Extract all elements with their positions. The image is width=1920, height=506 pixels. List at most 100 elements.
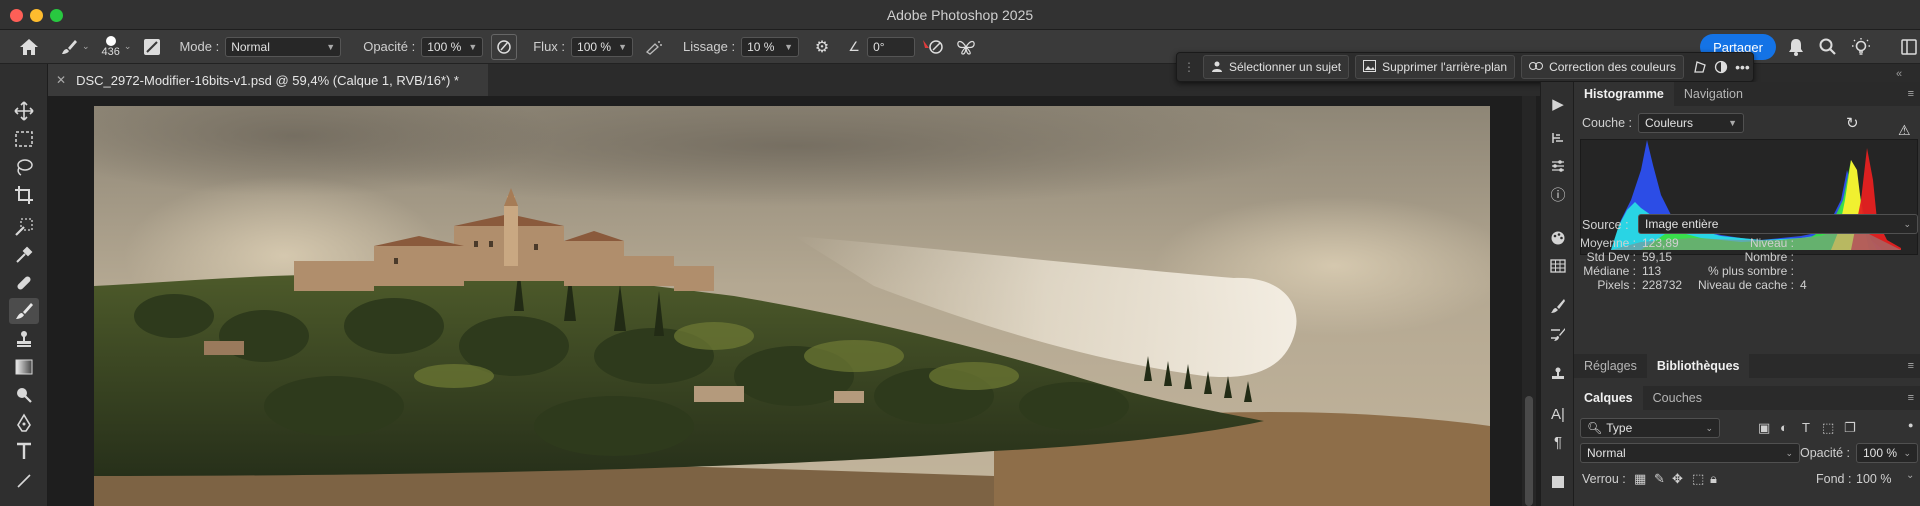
channel-select[interactable]: Couleurs ▼: [1638, 113, 1744, 133]
pressure-opacity-icon[interactable]: [491, 33, 518, 60]
pixels-value: 228732: [1642, 278, 1683, 292]
angle-input[interactable]: 0°: [867, 36, 916, 57]
zoom-window-button[interactable]: [50, 9, 63, 22]
brushes-panel-icon[interactable]: [1546, 294, 1570, 318]
chevron-down-icon[interactable]: ⌄: [124, 41, 132, 52]
fill-value[interactable]: 100 %: [1856, 472, 1891, 486]
home-icon[interactable]: [16, 34, 42, 60]
search-icon: 🔍︎: [1587, 421, 1603, 435]
scrollbar-thumb[interactable]: [1525, 396, 1533, 506]
symmetry-butterfly-icon[interactable]: [953, 34, 979, 60]
angle-icon: ∠: [848, 38, 860, 54]
tab-adjustments[interactable]: Réglages: [1574, 354, 1647, 378]
clone-stamp-tool-icon[interactable]: [9, 326, 39, 352]
filter-toggle-icon[interactable]: ●: [1908, 420, 1913, 430]
filter-smart-object-icon[interactable]: ❐: [1844, 420, 1856, 436]
more-options-icon[interactable]: •••: [1732, 54, 1753, 80]
search-icon[interactable]: [1815, 34, 1841, 60]
filter-type-icon[interactable]: T: [1802, 420, 1810, 435]
lightbulb-icon[interactable]: [1848, 34, 1874, 60]
path-selection-tool-icon[interactable]: [9, 466, 39, 492]
lock-artboard-icon[interactable]: ⬚: [1692, 471, 1704, 487]
brush-settings-icon[interactable]: [139, 34, 165, 60]
lock-image-pixels-icon[interactable]: ✎: [1654, 471, 1665, 487]
tab-channels[interactable]: Couches: [1643, 386, 1712, 410]
panel-menu-icon[interactable]: ≡: [1908, 360, 1914, 372]
minimize-window-button[interactable]: [30, 9, 43, 22]
tab-histogram[interactable]: Histogramme: [1574, 82, 1674, 106]
bell-icon[interactable]: [1783, 34, 1809, 60]
select-subject-button[interactable]: Sélectionner un sujet: [1203, 55, 1350, 79]
healing-brush-tool-icon[interactable]: [9, 270, 39, 296]
brush-settings-panel-icon[interactable]: [1546, 322, 1570, 346]
photoshop-window: Adobe Photoshop 2025 ⌄ 436 ⌄ Mode : Norm…: [0, 0, 1920, 506]
transform-icon[interactable]: [1690, 54, 1711, 80]
blend-mode-select[interactable]: Normal ▼: [225, 36, 342, 57]
tab-layers[interactable]: Calques: [1574, 386, 1643, 410]
info-icon[interactable]: ⓘ: [1546, 182, 1570, 206]
close-window-button[interactable]: [10, 9, 23, 22]
lock-position-icon[interactable]: ✥: [1672, 471, 1683, 487]
airbrush-icon[interactable]: [641, 34, 667, 60]
canvas-vertical-scrollbar[interactable]: [1522, 96, 1536, 506]
properties-icon[interactable]: [1546, 154, 1570, 178]
warning-icon[interactable]: ⚠: [1898, 122, 1911, 139]
close-icon[interactable]: ✕: [56, 73, 66, 87]
panel-menu-icon[interactable]: ≡: [1908, 392, 1914, 404]
tab-navigation[interactable]: Navigation: [1674, 82, 1753, 106]
flow-input[interactable]: 100 % ▼: [571, 36, 634, 57]
layer-filter-select[interactable]: 🔍︎ Type ⌄: [1580, 418, 1720, 438]
remove-background-button[interactable]: Supprimer l'arrière-plan: [1355, 55, 1516, 79]
color-correction-button[interactable]: Correction des couleurs: [1521, 55, 1684, 79]
workspace-icon[interactable]: [1896, 34, 1920, 60]
canvas-area[interactable]: [48, 96, 1540, 506]
refresh-icon[interactable]: ↻: [1846, 114, 1859, 132]
chevron-down-icon[interactable]: ⌄: [1906, 470, 1914, 481]
brush-size-picker[interactable]: 436: [102, 35, 120, 58]
paragraph-panel-icon[interactable]: ¶: [1546, 430, 1570, 454]
pixels-label: Pixels :: [1597, 278, 1636, 292]
smoothing-input[interactable]: 10 % ▼: [741, 36, 800, 57]
eyedropper-tool-icon[interactable]: [9, 242, 39, 268]
glyphs-icon[interactable]: [1546, 470, 1570, 494]
chevron-down-icon[interactable]: ⌄: [82, 41, 90, 52]
opacity-input[interactable]: 100 % ▼: [421, 36, 484, 57]
gradient-tool-icon[interactable]: [9, 354, 39, 380]
channel-label: Couche :: [1582, 116, 1633, 130]
lock-all-icon[interactable]: 🔒︎: [1710, 471, 1717, 487]
smoothing-value: 10 %: [747, 39, 775, 54]
history-icon[interactable]: [1546, 126, 1570, 150]
move-tool-icon[interactable]: [9, 98, 39, 124]
play-action-icon[interactable]: ▶: [1546, 92, 1570, 116]
brush-tool-icon[interactable]: [9, 298, 39, 324]
adjustment-icon[interactable]: [1711, 54, 1732, 80]
brush-tool-preset-icon[interactable]: [56, 34, 82, 60]
drag-handle-icon[interactable]: ⋮: [1183, 60, 1195, 74]
layer-opacity-input[interactable]: 100 % ⌄: [1856, 443, 1918, 463]
clone-source-icon[interactable]: [1546, 362, 1570, 386]
document-tab[interactable]: ✕ DSC_2972-Modifier-16bits-v1.psd @ 59,4…: [48, 64, 488, 96]
source-select[interactable]: Image entière ⌄: [1638, 214, 1918, 234]
character-panel-icon[interactable]: A|: [1546, 402, 1570, 426]
filter-shape-icon[interactable]: ⬚: [1822, 420, 1834, 436]
layer-blend-mode-select[interactable]: Normal ⌄: [1580, 443, 1800, 463]
crop-tool-icon[interactable]: [9, 182, 39, 208]
chevron-down-icon: ▼: [784, 41, 794, 52]
gear-icon[interactable]: ⚙: [809, 34, 835, 60]
dodge-tool-icon[interactable]: [9, 382, 39, 408]
filter-adjustment-icon[interactable]: ◐: [1780, 420, 1788, 435]
color-correction-label: Correction des couleurs: [1549, 60, 1676, 74]
contextual-task-bar: ⋮ Sélectionner un sujet Supprimer l'arri…: [1176, 52, 1754, 82]
tab-libraries[interactable]: Bibliothèques: [1646, 354, 1750, 378]
marquee-tool-icon[interactable]: [9, 126, 39, 152]
type-tool-icon[interactable]: [9, 438, 39, 464]
lock-transparent-pixels-icon[interactable]: ▦: [1634, 471, 1646, 487]
pressure-size-icon[interactable]: [919, 34, 945, 60]
panel-menu-icon[interactable]: ≡: [1908, 88, 1914, 100]
object-selection-tool-icon[interactable]: [9, 214, 39, 240]
document-image[interactable]: [94, 106, 1490, 506]
filter-pixel-icon[interactable]: ▣: [1758, 420, 1770, 436]
lasso-tool-icon[interactable]: [9, 154, 39, 180]
collapse-panels-icon[interactable]: «: [1896, 68, 1902, 80]
pen-tool-icon[interactable]: [9, 410, 39, 436]
